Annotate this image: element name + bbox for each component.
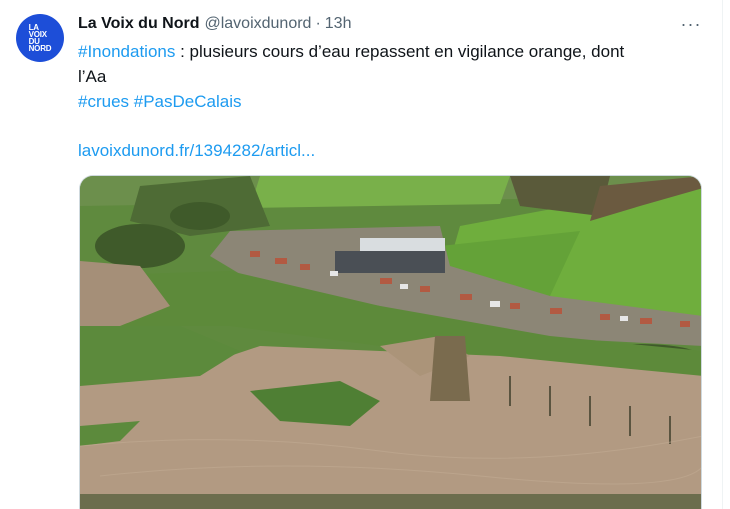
hashtag-crues[interactable]: #crues [78,92,129,111]
hashtag-inondations[interactable]: #Inondations [78,42,175,61]
separator-dot: · [315,15,321,32]
timestamp[interactable]: 13h [325,15,352,33]
handle[interactable]: @lavoixdunord [204,15,311,33]
timeline-divider [722,0,723,509]
tweet-text-part2: l’Aa [78,67,107,86]
more-options-icon[interactable]: ··· [680,14,702,34]
avatar[interactable]: LA VOIX DU NORD [16,14,64,62]
tweet[interactable]: LA VOIX DU NORD La Voix du Nord @lavoixd… [0,0,722,509]
hashtag-pasdecalais[interactable]: #PasDeCalais [134,92,242,111]
avatar-logo: LA VOIX DU NORD [28,23,52,53]
aerial-flood-photo [80,176,701,509]
display-name[interactable]: La Voix du Nord [78,15,199,33]
tweet-text: #Inondations : plusieurs cours d’eau rep… [78,39,698,163]
tweet-text-part1: : plusieurs cours d’eau repassent en vig… [175,42,625,61]
tweet-media-image[interactable] [79,175,702,509]
tweet-header: La Voix du Nord @lavoixdunord · 13h [78,14,702,34]
article-link[interactable]: lavoixdunord.fr/1394282/articl... [78,141,315,160]
